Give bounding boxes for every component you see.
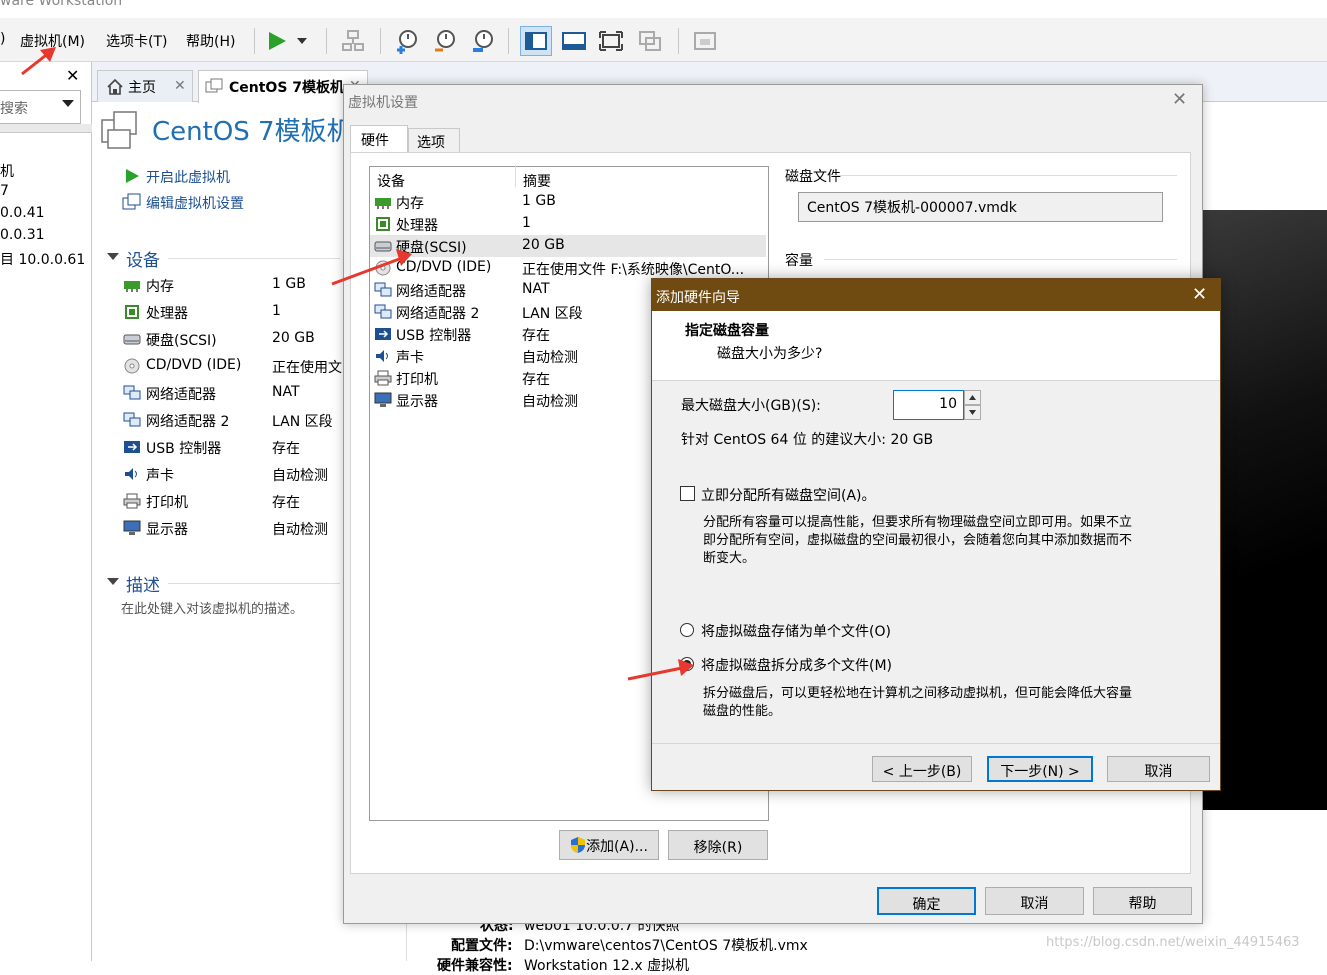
annotation-arrows: [21, 47, 694, 681]
